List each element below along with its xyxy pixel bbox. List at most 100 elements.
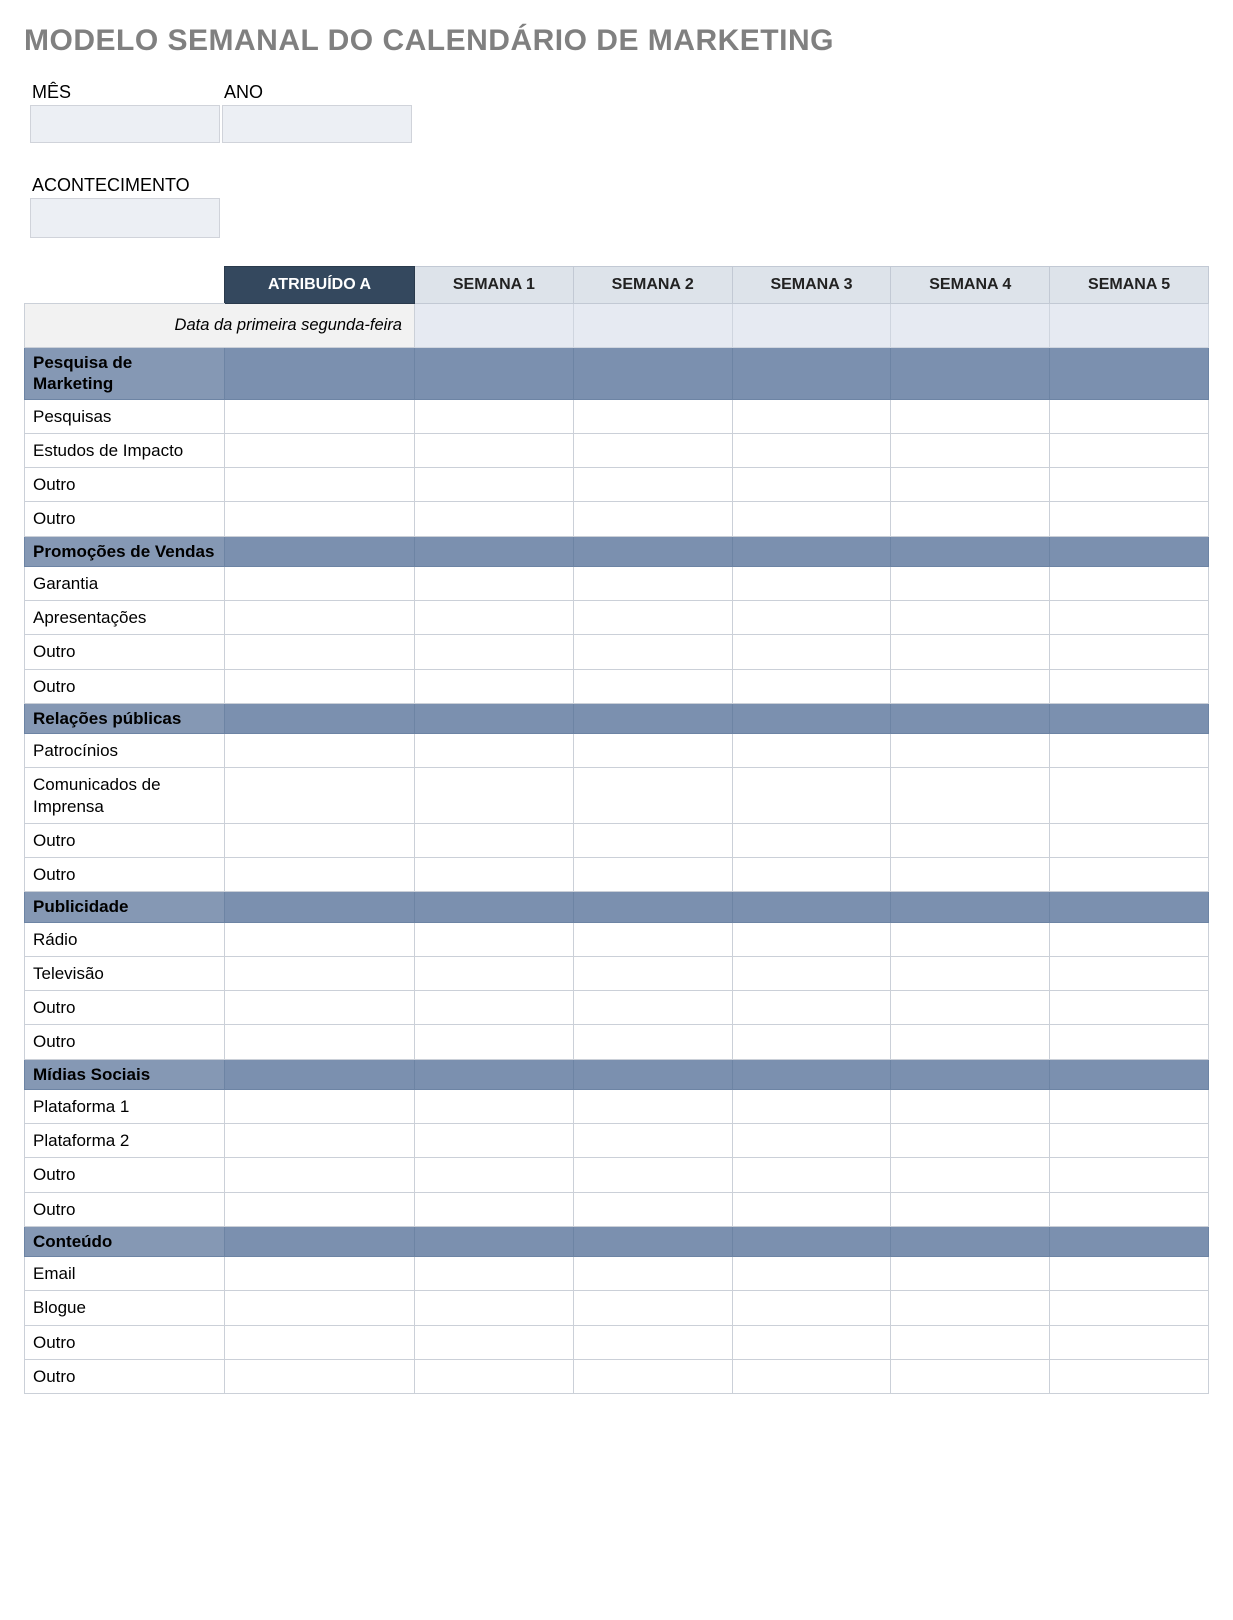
week-cell[interactable]	[415, 734, 574, 768]
week-cell[interactable]	[573, 502, 732, 536]
week-cell[interactable]	[573, 922, 732, 956]
week-cell[interactable]	[415, 956, 574, 990]
week-cell[interactable]	[891, 601, 1050, 635]
assigned-cell[interactable]	[225, 635, 415, 669]
week-cell[interactable]	[1050, 1325, 1209, 1359]
week-cell[interactable]	[573, 1325, 732, 1359]
week-cell[interactable]	[891, 1359, 1050, 1393]
week-cell[interactable]	[1050, 468, 1209, 502]
week-cell[interactable]	[573, 1158, 732, 1192]
week-cell[interactable]	[732, 922, 891, 956]
assigned-cell[interactable]	[225, 468, 415, 502]
week-cell[interactable]	[891, 502, 1050, 536]
week-cell[interactable]	[573, 768, 732, 824]
week-cell[interactable]	[732, 566, 891, 600]
week-cell[interactable]	[732, 1089, 891, 1123]
week-cell[interactable]	[415, 1359, 574, 1393]
week-cell[interactable]	[1050, 1025, 1209, 1059]
week-cell[interactable]	[1050, 669, 1209, 703]
week-cell[interactable]	[732, 823, 891, 857]
week-cell[interactable]	[732, 991, 891, 1025]
assigned-cell[interactable]	[225, 399, 415, 433]
assigned-cell[interactable]	[225, 734, 415, 768]
week-cell[interactable]	[732, 635, 891, 669]
week-cell[interactable]	[732, 1257, 891, 1291]
assigned-cell[interactable]	[225, 768, 415, 824]
week-cell[interactable]	[732, 399, 891, 433]
week-cell[interactable]	[1050, 1124, 1209, 1158]
week-cell[interactable]	[1050, 1359, 1209, 1393]
week-cell[interactable]	[573, 956, 732, 990]
week-cell[interactable]	[573, 1359, 732, 1393]
assigned-cell[interactable]	[225, 669, 415, 703]
week-cell[interactable]	[732, 956, 891, 990]
week-cell[interactable]	[415, 502, 574, 536]
week-cell[interactable]	[1050, 858, 1209, 892]
week-cell[interactable]	[573, 1257, 732, 1291]
event-input[interactable]	[30, 198, 220, 238]
week-cell[interactable]	[1050, 635, 1209, 669]
week-cell[interactable]	[891, 1025, 1050, 1059]
week-cell[interactable]	[891, 1257, 1050, 1291]
week-cell[interactable]	[415, 635, 574, 669]
week-cell[interactable]	[573, 823, 732, 857]
assigned-cell[interactable]	[225, 823, 415, 857]
week-cell[interactable]	[1050, 991, 1209, 1025]
week-cell[interactable]	[891, 956, 1050, 990]
week-cell[interactable]	[573, 1192, 732, 1226]
week-cell[interactable]	[891, 1124, 1050, 1158]
week-cell[interactable]	[1050, 922, 1209, 956]
week-cell[interactable]	[1050, 502, 1209, 536]
week-cell[interactable]	[732, 1192, 891, 1226]
assigned-cell[interactable]	[225, 922, 415, 956]
week-cell[interactable]	[573, 468, 732, 502]
week-cell[interactable]	[891, 635, 1050, 669]
week-cell[interactable]	[1050, 823, 1209, 857]
year-input[interactable]	[222, 105, 412, 143]
week-cell[interactable]	[891, 468, 1050, 502]
month-input[interactable]	[30, 105, 220, 143]
assigned-cell[interactable]	[225, 566, 415, 600]
first-monday-week-1[interactable]	[415, 304, 574, 348]
week-cell[interactable]	[732, 1359, 891, 1393]
assigned-cell[interactable]	[225, 433, 415, 467]
first-monday-week-3[interactable]	[732, 304, 891, 348]
week-cell[interactable]	[732, 1291, 891, 1325]
assigned-cell[interactable]	[225, 1359, 415, 1393]
week-cell[interactable]	[891, 991, 1050, 1025]
week-cell[interactable]	[891, 768, 1050, 824]
week-cell[interactable]	[732, 433, 891, 467]
week-cell[interactable]	[732, 502, 891, 536]
week-cell[interactable]	[415, 399, 574, 433]
week-cell[interactable]	[891, 734, 1050, 768]
week-cell[interactable]	[1050, 601, 1209, 635]
week-cell[interactable]	[732, 1158, 891, 1192]
week-cell[interactable]	[415, 601, 574, 635]
week-cell[interactable]	[415, 858, 574, 892]
week-cell[interactable]	[732, 768, 891, 824]
week-cell[interactable]	[573, 1291, 732, 1325]
week-cell[interactable]	[891, 858, 1050, 892]
week-cell[interactable]	[415, 991, 574, 1025]
week-cell[interactable]	[415, 433, 574, 467]
week-cell[interactable]	[1050, 1192, 1209, 1226]
assigned-cell[interactable]	[225, 502, 415, 536]
assigned-cell[interactable]	[225, 1124, 415, 1158]
week-cell[interactable]	[573, 601, 732, 635]
assigned-cell[interactable]	[225, 1025, 415, 1059]
assigned-cell[interactable]	[225, 1325, 415, 1359]
week-cell[interactable]	[573, 1025, 732, 1059]
week-cell[interactable]	[415, 1089, 574, 1123]
assigned-cell[interactable]	[225, 1192, 415, 1226]
week-cell[interactable]	[891, 399, 1050, 433]
week-cell[interactable]	[415, 1025, 574, 1059]
week-cell[interactable]	[1050, 1158, 1209, 1192]
assigned-cell[interactable]	[225, 1291, 415, 1325]
first-monday-week-4[interactable]	[891, 304, 1050, 348]
week-cell[interactable]	[415, 1291, 574, 1325]
week-cell[interactable]	[732, 1025, 891, 1059]
week-cell[interactable]	[891, 823, 1050, 857]
week-cell[interactable]	[1050, 566, 1209, 600]
week-cell[interactable]	[1050, 399, 1209, 433]
week-cell[interactable]	[415, 922, 574, 956]
